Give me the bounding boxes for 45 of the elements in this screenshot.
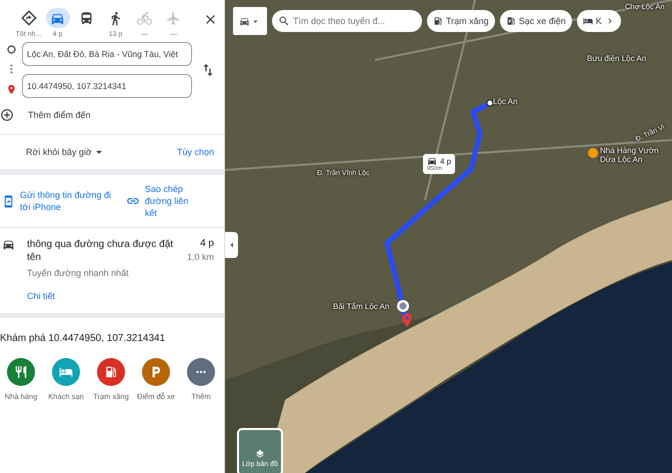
filter-chip[interactable]: K (576, 10, 621, 32)
route-note: Tuyến đường nhanh nhất (27, 268, 130, 278)
filter-chip[interactable]: Sạc xe điện (500, 10, 572, 32)
add-icon[interactable] (0, 108, 14, 122)
fuel-pump-icon (104, 364, 118, 379)
filter-chip[interactable]: Trạm xăng (427, 10, 495, 32)
plane-icon (166, 10, 181, 26)
options-link[interactable]: Tùy chọn (176, 146, 214, 158)
cutlery-icon (14, 364, 28, 379)
place-label: Bưu điện Lộc An (587, 54, 646, 64)
car-icon (427, 156, 437, 166)
best-route-icon (20, 10, 36, 26)
bed-icon (582, 16, 593, 26)
send-to-phone-link[interactable]: Gửi thông tin đường đi tới iPhone (20, 189, 115, 214)
route-distance: 1,0 km (186, 252, 214, 262)
place-label: Bãi Tắm Lộc An (333, 302, 390, 312)
route-duration: 4 p (440, 156, 452, 166)
start-marker-icon (486, 99, 494, 107)
explore-title: Khám phá 10.4474950, 107.3214341 (0, 332, 166, 344)
layers-icon (255, 449, 265, 459)
route-name: thông qua đường chưa được đặt tên (27, 238, 174, 264)
car-icon (2, 238, 15, 252)
copy-link-link[interactable]: Sao chép đường liên kết (144, 183, 195, 220)
origin-circle-icon (6, 45, 16, 54)
dots-icon (10, 64, 12, 74)
bike-icon (137, 10, 152, 26)
destination-field[interactable]: 10.4474950, 107.3214341 (22, 74, 192, 98)
location-marker-icon (396, 299, 410, 313)
charging-station-icon (506, 16, 516, 26)
add-destination-link[interactable]: Thêm điểm đến (28, 110, 91, 120)
origin-field[interactable]: Lộc An, Đất Đỏ, Bà Rịa - Vũng Tàu, Việt (22, 42, 192, 66)
pin-icon (6, 84, 16, 95)
fuel-pump-icon (433, 16, 443, 26)
place-label: Nhà Hàng Vườn Dừa Lộc An (588, 146, 660, 164)
place-label: Lộc An (493, 97, 518, 106)
route-select-dropdown[interactable] (233, 7, 267, 35)
send-to-phone-icon (2, 194, 15, 208)
bus-icon (79, 10, 94, 26)
car-icon (239, 16, 250, 26)
route-duration: 4 p (200, 238, 214, 250)
search-icon (278, 15, 290, 27)
search-bar[interactable]: Tìm dọc theo tuyến đ... (272, 10, 422, 32)
depart-time-dropdown[interactable]: Rời khỏi bây giờ (26, 145, 106, 159)
collapse-panel-button[interactable] (225, 232, 238, 258)
details-link[interactable]: Chi tiết (27, 290, 175, 303)
